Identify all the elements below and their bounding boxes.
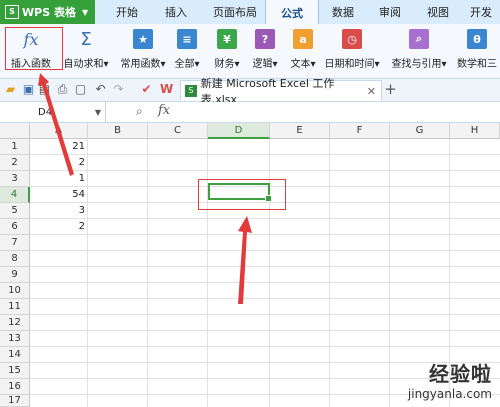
watermark: 经验啦 jingyanla.com	[408, 358, 492, 401]
annotation-arrows	[38, 73, 252, 304]
arrow-up	[238, 216, 252, 304]
watermark-line1: 经验啦	[429, 362, 492, 386]
arrow-up-left	[38, 73, 74, 176]
watermark-line2: jingyanla.com	[407, 387, 492, 401]
